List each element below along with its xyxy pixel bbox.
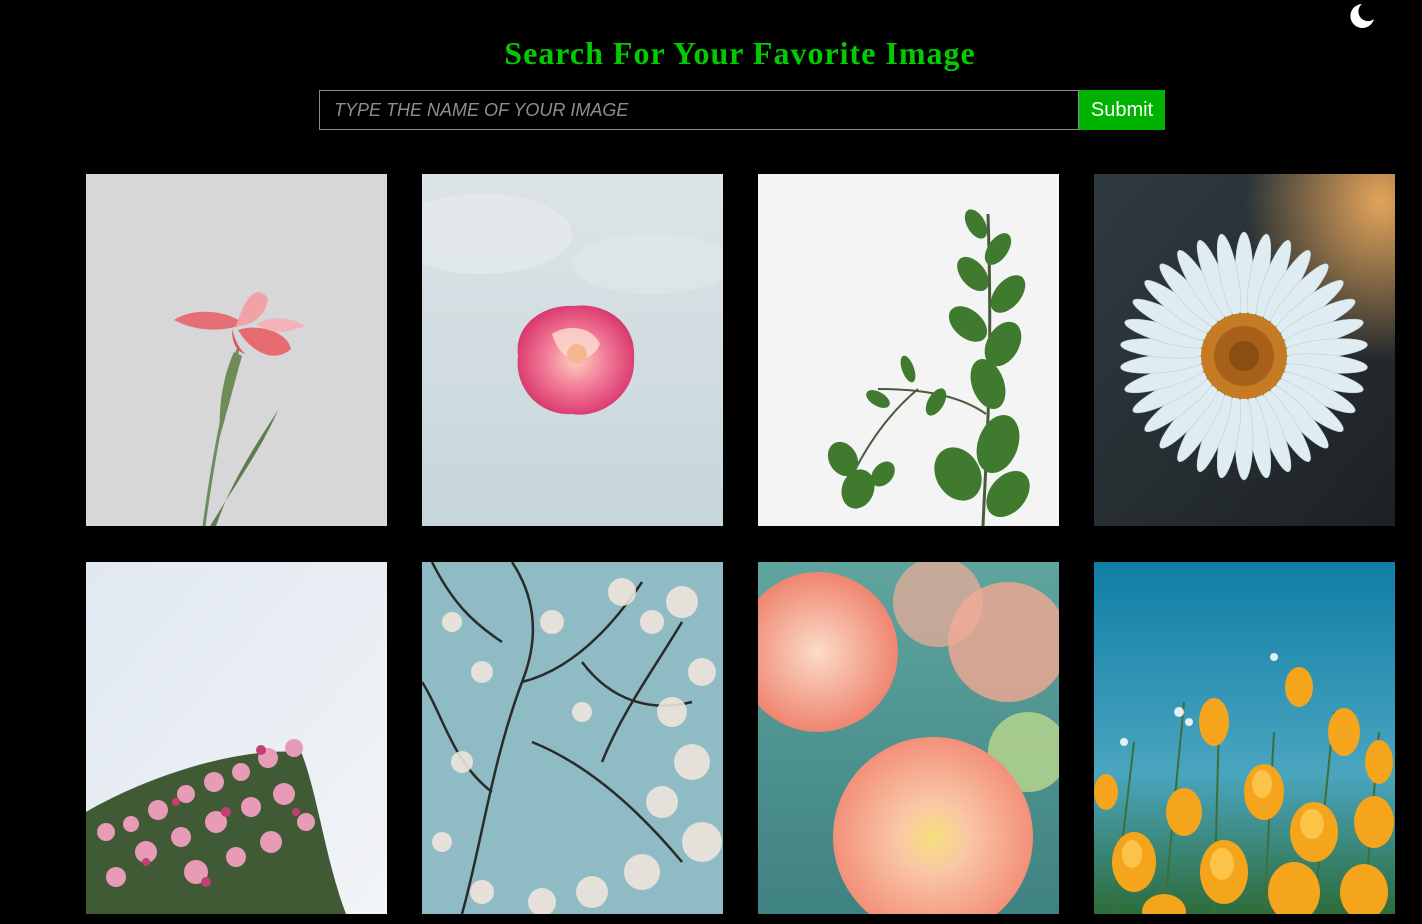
theme-toggle-button[interactable] bbox=[1346, 0, 1378, 32]
orange-poppy-image bbox=[1094, 562, 1395, 914]
search-input[interactable] bbox=[319, 90, 1079, 130]
image-card[interactable] bbox=[1094, 174, 1395, 526]
image-card[interactable] bbox=[86, 562, 387, 914]
dahlia-image bbox=[758, 562, 1059, 914]
image-card[interactable] bbox=[758, 174, 1059, 526]
moon-icon bbox=[1350, 4, 1374, 28]
image-grid bbox=[86, 174, 1397, 914]
blossom-tree-image bbox=[422, 562, 723, 914]
image-card[interactable] bbox=[422, 562, 723, 914]
submit-button[interactable]: Submit bbox=[1079, 90, 1165, 130]
page-title: Search For Your Favorite Image bbox=[504, 35, 976, 71]
white-daisy-image bbox=[1094, 174, 1395, 526]
eucalyptus-image bbox=[758, 174, 1059, 526]
search-form: Submit bbox=[319, 90, 1165, 130]
image-card[interactable] bbox=[422, 174, 723, 526]
image-card[interactable] bbox=[86, 174, 387, 526]
image-card[interactable] bbox=[1094, 562, 1395, 914]
cherry-blossom-image bbox=[86, 562, 387, 914]
pink-rose-image bbox=[422, 174, 723, 526]
image-card[interactable] bbox=[758, 562, 1059, 914]
pink-iris-image bbox=[86, 174, 387, 526]
